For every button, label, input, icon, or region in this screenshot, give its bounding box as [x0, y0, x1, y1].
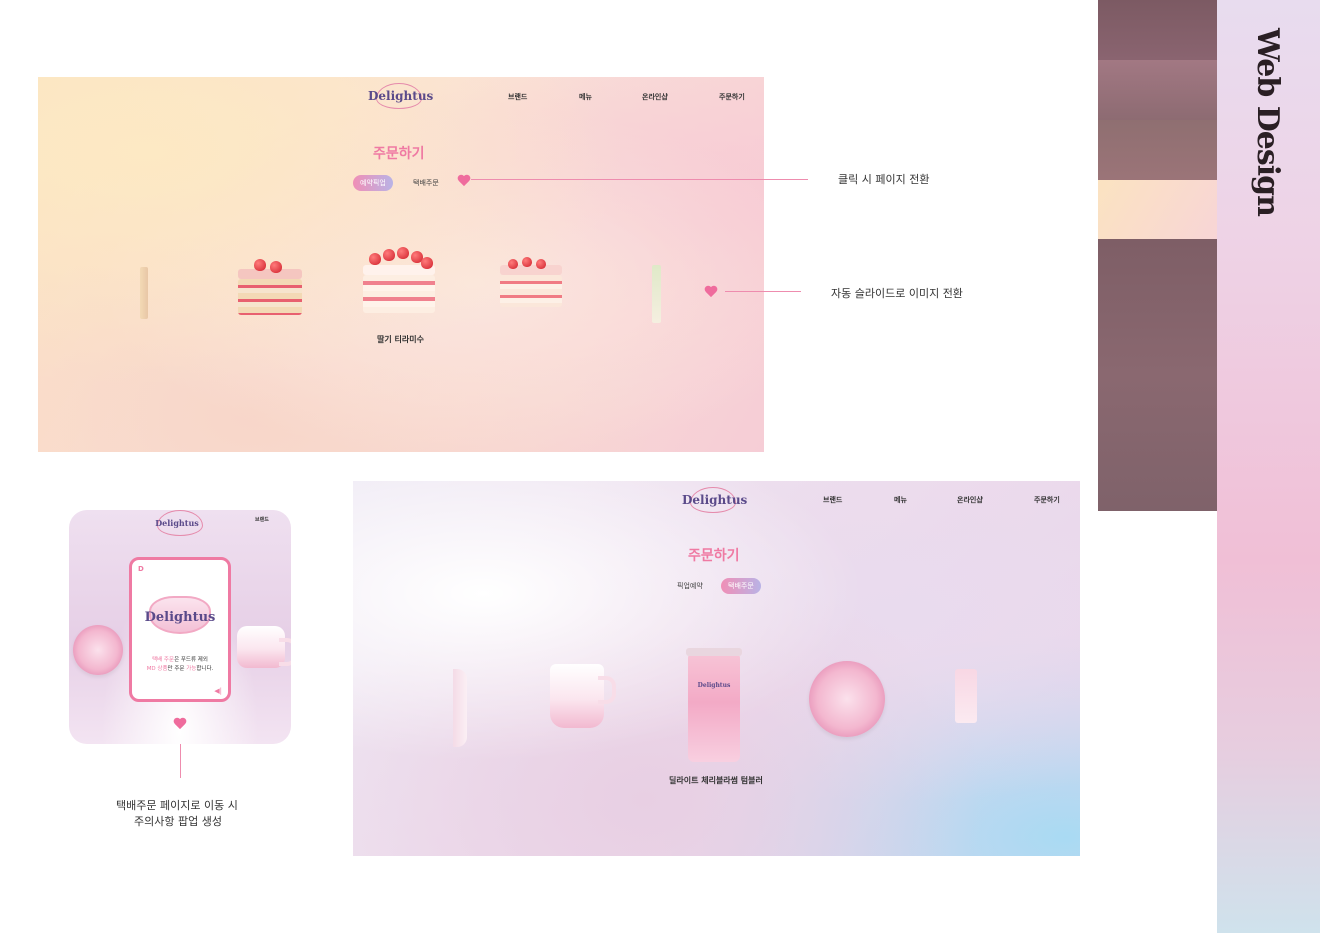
- strawberry-icon: [536, 259, 546, 269]
- mobile-logo[interactable]: Delightus: [149, 510, 205, 536]
- popup-logo: Delightus: [144, 610, 216, 625]
- nav-order[interactable]: 주문하기: [719, 92, 745, 102]
- nav-menu[interactable]: 메뉴: [894, 495, 907, 505]
- heart-icon: [457, 175, 471, 187]
- slide-earbuds-case[interactable]: [237, 626, 291, 668]
- page-thumbnail-strip: [1098, 0, 1217, 511]
- nav-menu[interactable]: 메뉴: [579, 92, 592, 102]
- annotation-popup-line1: 택배주문 페이지로 이동 시: [116, 799, 238, 812]
- strawberry-icon: [421, 257, 433, 269]
- tab-pickup[interactable]: 픽업예약: [677, 581, 703, 591]
- featured-item-caption: 딸기 티라미수: [377, 335, 424, 344]
- page-title: 주문하기: [688, 548, 740, 564]
- strawberry-icon: [270, 261, 282, 273]
- strawberry-icon: [254, 259, 266, 271]
- heart-icon: [704, 286, 718, 298]
- thumbnail-menu[interactable]: [1098, 120, 1217, 180]
- thumbnail-order-current[interactable]: [1098, 180, 1217, 239]
- heart-icon: [173, 718, 187, 730]
- annotation-popup-line2: 주의사항 팝업 생성: [134, 815, 222, 828]
- thumbnail-brand[interactable]: [1098, 60, 1217, 120]
- brand-mark-icon: D: [138, 565, 144, 573]
- mobile-popup-mockup: Delightus 브랜드 D Delightus 택배 주문은 푸드류 제외 …: [69, 510, 291, 744]
- slide-cake-2[interactable]: [238, 257, 302, 315]
- featured-item-caption: 딜라이트 체리블라썸 텀블러: [669, 776, 763, 785]
- mobile-nav-brand[interactable]: 브랜드: [255, 516, 269, 523]
- annotation-line-slide: [725, 291, 801, 292]
- tab-delivery[interactable]: 택배주문: [413, 178, 439, 188]
- nav-brand[interactable]: 브랜드: [823, 495, 842, 505]
- strawberry-icon: [397, 247, 409, 259]
- annotation-line-popup: [180, 744, 181, 778]
- nav-online-shop[interactable]: 온라인샵: [957, 495, 983, 505]
- site-logo[interactable]: Delightus: [368, 83, 433, 109]
- slide-keyring-partial[interactable]: [453, 669, 467, 747]
- slide-cake-partial-left[interactable]: [140, 267, 148, 319]
- strawberry-icon: [522, 257, 532, 267]
- slide-cake-4[interactable]: [500, 257, 562, 307]
- site-logo[interactable]: Delightus: [682, 487, 747, 513]
- slide-plate[interactable]: [73, 625, 123, 675]
- strawberry-icon: [369, 253, 381, 265]
- annotation-line-tab: [471, 179, 808, 180]
- page-title: 주문하기: [373, 146, 425, 162]
- delivery-order-mockup: Delightus 브랜드 메뉴 온라인샵 주문하기 주문하기 픽업예약 택배주…: [353, 481, 1080, 856]
- popup-notice-text: 택배 주문은 푸드류 제외 MD 상품만 주문 가능합니다.: [146, 657, 214, 672]
- tab-pickup-active[interactable]: 예약픽업: [353, 175, 393, 191]
- nav-order[interactable]: 주문하기: [1034, 495, 1060, 505]
- slide-mug[interactable]: [550, 664, 616, 728]
- annotation-tab-click: 클릭 시 페이지 전환: [838, 173, 930, 186]
- tab-delivery-active[interactable]: 택배주문: [721, 578, 761, 594]
- slide-plate[interactable]: [809, 661, 885, 737]
- thumbnail-detail-pages[interactable]: [1098, 239, 1217, 511]
- popup-close-icon[interactable]: ◀|: [214, 687, 222, 695]
- delivery-notice-popup: D Delightus 택배 주문은 푸드류 제외 MD 상품만 주문 가능합니…: [129, 557, 231, 702]
- slide-cake-featured[interactable]: [363, 247, 435, 313]
- strawberry-icon: [508, 259, 518, 269]
- slide-cake-partial-right[interactable]: [652, 265, 661, 323]
- thumbnail-main[interactable]: [1098, 0, 1217, 60]
- section-title: Web Design: [1250, 28, 1285, 216]
- nav-online-shop[interactable]: 온라인샵: [642, 92, 668, 102]
- slide-tumbler-featured[interactable]: Delightus: [686, 648, 742, 762]
- slide-item-partial-right[interactable]: [955, 669, 977, 723]
- annotation-auto-slide: 자동 슬라이드로 이미지 전환: [831, 287, 963, 300]
- nav-brand[interactable]: 브랜드: [508, 92, 527, 102]
- pickup-order-mockup: Delightus 브랜드 메뉴 온라인샵 주문하기 주문하기 예약픽업 택배주…: [38, 77, 764, 452]
- strawberry-icon: [383, 249, 395, 261]
